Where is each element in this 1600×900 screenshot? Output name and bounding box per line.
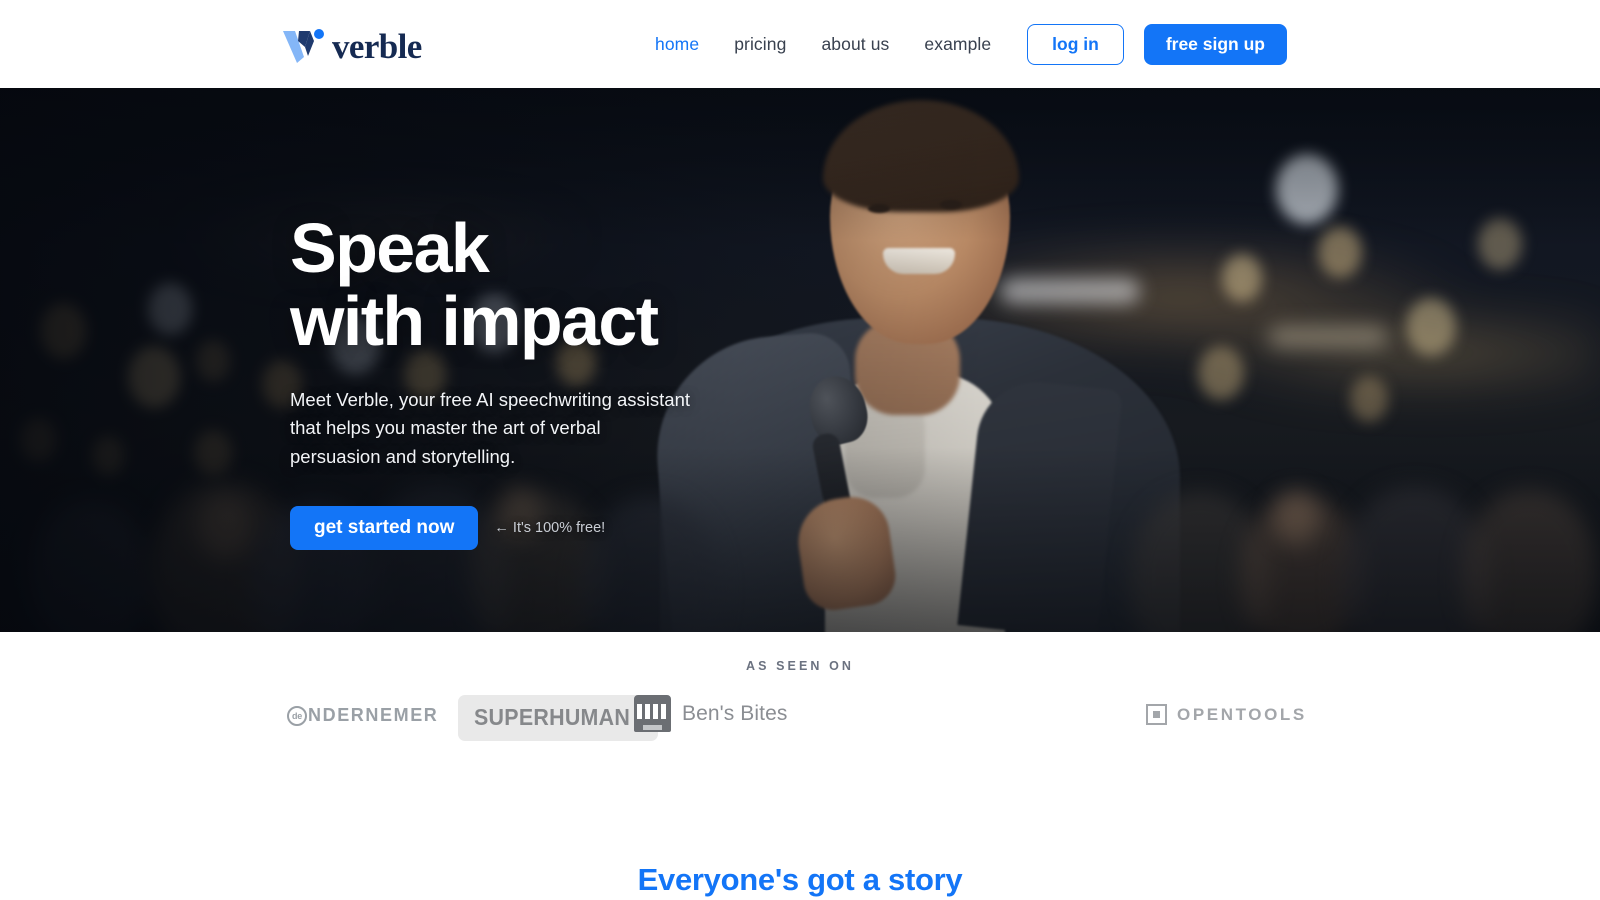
press-logo-label: SUPERHUMAN <box>474 704 631 730</box>
nav-item-home[interactable]: home <box>655 28 699 61</box>
hero-title-line-1: Speak <box>290 209 490 287</box>
press-logo-label: NDERNEMER <box>308 705 439 725</box>
hero-cta-row: get started now ← It's 100% free! <box>290 505 990 550</box>
hero-title: Speak with impact <box>290 209 990 361</box>
hero-content: Speak with impact Meet Verble, your free… <box>290 209 990 550</box>
nav-links: home pricing about us example <box>655 0 991 88</box>
press-logos-row: de NDERNEMER SUPERHUMAN Ben's Bites OPEN… <box>0 695 1600 755</box>
top-navbar: verble home pricing about us example log… <box>0 0 1600 88</box>
next-section-peek: Everyone's got a story <box>0 862 1600 898</box>
cta-free-note: ← It's 100% free! <box>494 519 606 536</box>
press-logo-superhuman[interactable]: SUPERHUMAN <box>458 695 658 741</box>
brand-logo-link[interactable]: verble <box>281 22 422 68</box>
nav-item-pricing[interactable]: pricing <box>734 28 786 61</box>
press-logo-opentools[interactable]: OPENTOOLS <box>1146 704 1307 725</box>
verble-v-logo-icon <box>281 25 325 65</box>
square-dot-icon <box>1146 704 1167 725</box>
press-logo-label: Ben's Bites <box>682 701 788 725</box>
hero-section: Speak with impact Meet Verble, your free… <box>0 88 1600 632</box>
nav-item-about-us[interactable]: about us <box>821 28 889 61</box>
hero-title-line-2: with impact <box>290 282 659 361</box>
as-seen-on-section: AS SEEN ON de NDERNEMER SUPERHUMAN Ben's… <box>0 632 1600 755</box>
as-seen-on-label: AS SEEN ON <box>745 659 855 673</box>
free-sign-up-button[interactable]: free sign up <box>1143 23 1287 65</box>
building-grid-icon <box>634 695 671 732</box>
nav-item-example[interactable]: example <box>924 28 991 61</box>
press-logo-label: OPENTOOLS <box>1177 704 1307 724</box>
press-logo-bens-bites[interactable]: Ben's Bites <box>634 695 788 732</box>
landing-page: verble home pricing about us example log… <box>0 0 1600 900</box>
log-in-button[interactable]: log in <box>1027 23 1124 65</box>
next-section-heading: Everyone's got a story <box>637 862 963 897</box>
press-logo-de-ondernemer[interactable]: de NDERNEMER <box>287 705 438 726</box>
brand-wordmark: verble <box>332 26 422 66</box>
hero-subtitle: Meet Verble, your free AI speechwriting … <box>290 389 691 467</box>
circle-de-icon: de <box>287 705 307 726</box>
nav-actions: log in free sign up <box>1027 0 1287 88</box>
get-started-now-button[interactable]: get started now <box>290 505 479 550</box>
